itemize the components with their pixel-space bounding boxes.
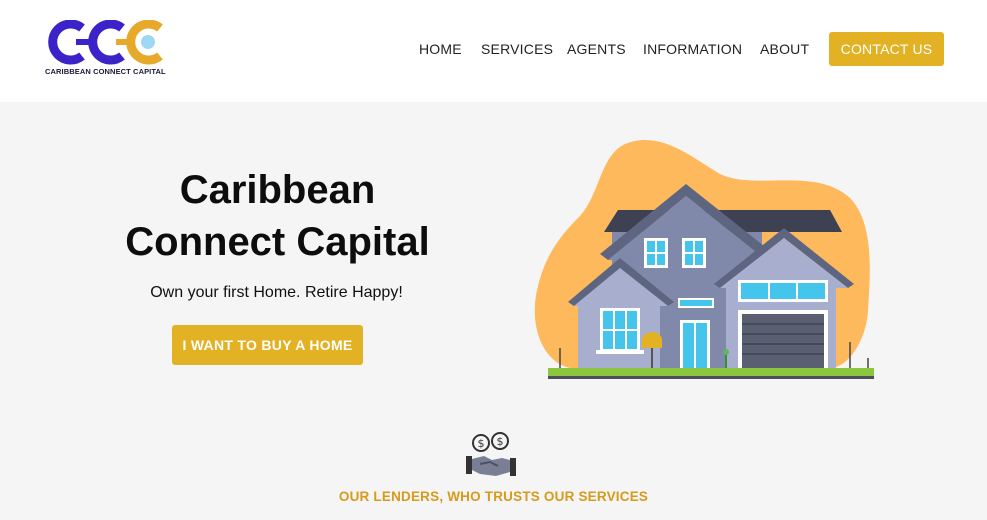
house-illustration <box>530 136 880 386</box>
nav-home[interactable]: HOME <box>419 41 462 57</box>
buy-home-button[interactable]: I WANT TO BUY A HOME <box>172 325 363 365</box>
lenders-section-title: OUR LENDERS, WHO TRUSTS OUR SERVICES <box>338 489 649 504</box>
nav-agents[interactable]: AGENTS <box>567 41 626 57</box>
hero-subtitle: Own your first Home. Retire Happy! <box>150 284 403 301</box>
nav-services[interactable]: SERVICES <box>481 41 553 57</box>
brand-name: CARIBBEAN CONNECT CAPITAL <box>45 67 166 76</box>
handshake-money-icon: $ $ <box>466 432 516 478</box>
svg-text:$: $ <box>497 435 504 448</box>
site-header: CARIBBEAN CONNECT CAPITAL HOME SERVICES … <box>0 0 987 102</box>
hero-title: Caribbean Connect Capital <box>95 164 460 268</box>
nav-about[interactable]: ABOUT <box>760 41 809 57</box>
contact-us-button[interactable]: CONTACT US <box>829 32 944 66</box>
hero-title-line-1: Caribbean <box>179 168 376 212</box>
nav-information[interactable]: INFORMATION <box>643 41 742 57</box>
hero-title-line-2: Connect Capital <box>125 220 430 264</box>
svg-text:$: $ <box>478 437 485 450</box>
